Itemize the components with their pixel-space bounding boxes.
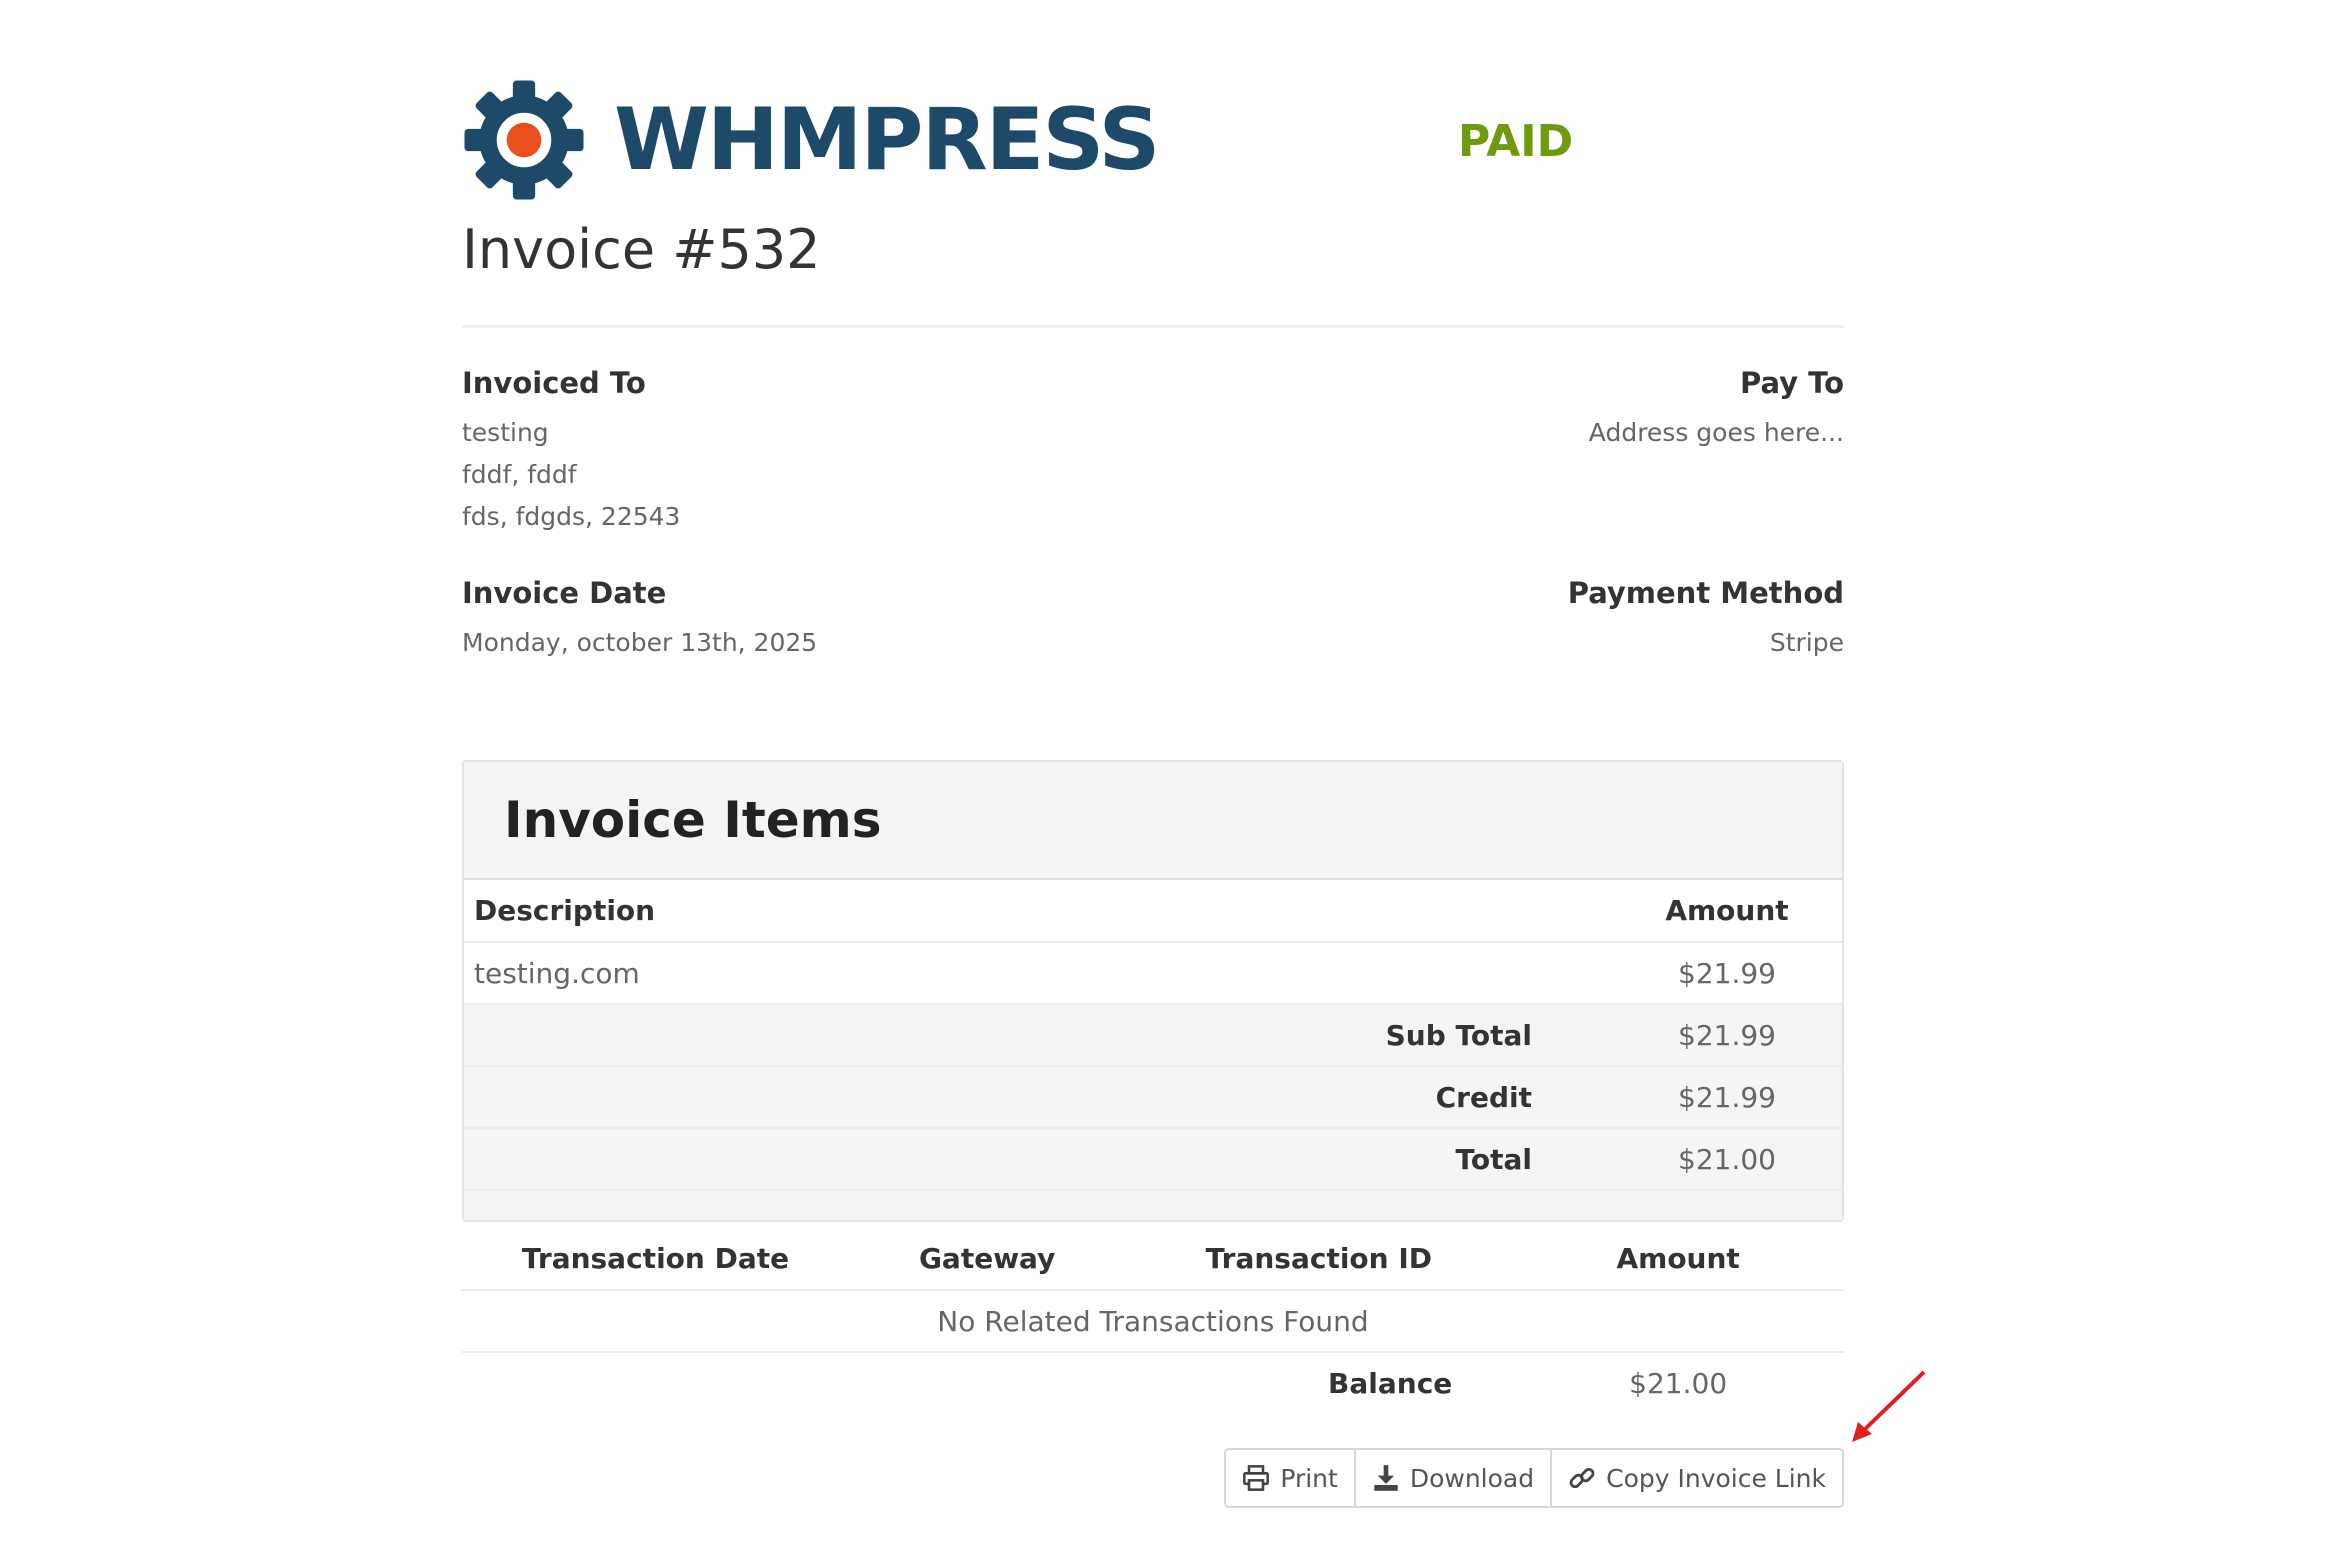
print-label: Print bbox=[1280, 1463, 1338, 1493]
transactions-header-row: Transaction Date Gateway Transaction ID … bbox=[462, 1228, 1844, 1291]
transactions-table: Transaction Date Gateway Transaction ID … bbox=[462, 1228, 1844, 1414]
credit-label: Credit bbox=[464, 1065, 1612, 1128]
column-header-amount: Amount bbox=[1665, 894, 1789, 927]
invoiced-to-block: Invoiced To testing fddf, fddf fds, fdgd… bbox=[462, 366, 680, 538]
column-header-transaction-date: Transaction Date bbox=[462, 1228, 849, 1291]
print-icon bbox=[1243, 1465, 1270, 1491]
pay-to-line: Address goes here... bbox=[1588, 418, 1844, 447]
pay-to-block: Pay To Address goes here... bbox=[1589, 366, 1844, 538]
copy-invoice-link-label: Copy Invoice Link bbox=[1606, 1463, 1826, 1493]
brand-name: WHMPRESS bbox=[614, 90, 1160, 190]
address-row: Invoiced To testing fddf, fddf fds, fdgd… bbox=[462, 366, 1844, 538]
credit-amount: $21.99 bbox=[1612, 1065, 1842, 1128]
total-label: Total bbox=[464, 1127, 1612, 1190]
balance-amount: $21.00 bbox=[1629, 1367, 1728, 1400]
column-header-gateway: Gateway bbox=[848, 1228, 1126, 1291]
item-description: testing.com bbox=[464, 941, 1612, 1004]
copy-invoice-link-button[interactable]: Copy Invoice Link bbox=[1552, 1450, 1842, 1506]
download-icon bbox=[1374, 1465, 1398, 1491]
invoice-items-heading: Invoice Items bbox=[464, 762, 1842, 880]
column-header-transaction-id: Transaction ID bbox=[1125, 1228, 1513, 1291]
status-badge: PAID bbox=[1458, 116, 1574, 167]
invoice-header: WHMPRESS PAID bbox=[462, 78, 1844, 208]
annotation-arrow-icon bbox=[1852, 1370, 1926, 1442]
total-amount: $21.00 bbox=[1612, 1127, 1842, 1190]
invoice-date-value: Monday, october 13th, 2025 bbox=[462, 628, 818, 657]
payment-method-block: Payment Method Stripe bbox=[1568, 576, 1844, 664]
pay-to-label: Pay To bbox=[1739, 366, 1844, 400]
download-button[interactable]: Download bbox=[1355, 1450, 1553, 1506]
invoice-date-label: Invoice Date bbox=[462, 576, 667, 610]
payment-method-label: Payment Method bbox=[1567, 576, 1844, 610]
item-amount: $21.99 bbox=[1612, 941, 1842, 1004]
column-header-description: Description bbox=[474, 894, 656, 927]
print-button[interactable]: Print bbox=[1226, 1450, 1356, 1506]
download-label: Download bbox=[1409, 1463, 1535, 1493]
invoiced-to-line: fddf, fddf bbox=[462, 460, 577, 489]
invoiced-to-label: Invoiced To bbox=[462, 366, 646, 400]
balance-label: Balance bbox=[1328, 1367, 1453, 1400]
date-method-row: Invoice Date Monday, october 13th, 2025 … bbox=[462, 576, 1844, 664]
invoice-date-block: Invoice Date Monday, october 13th, 2025 bbox=[462, 576, 817, 664]
invoice-items-table: Description Amount testing.com $21.99 Su… bbox=[464, 880, 1842, 1220]
table-spacer-row bbox=[464, 1189, 1842, 1220]
invoice-actions: Print Download Copy Invoice Link bbox=[1224, 1448, 1844, 1508]
balance-row: Balance $21.00 bbox=[462, 1352, 1844, 1414]
table-row: No Related Transactions Found bbox=[462, 1290, 1844, 1353]
no-transactions-message: No Related Transactions Found bbox=[462, 1290, 1844, 1353]
subtotal-amount: $21.99 bbox=[1612, 1003, 1842, 1066]
invoice-items-panel: Invoice Items Description Amount testing… bbox=[462, 760, 1844, 1222]
page-title: Invoice #532 bbox=[462, 218, 821, 281]
table-header-row: Description Amount bbox=[464, 880, 1842, 942]
invoice-container: WHMPRESS PAID Invoice #532 Invoiced To t… bbox=[462, 78, 1844, 1508]
payment-method-value: Stripe bbox=[1769, 628, 1844, 657]
column-header-transaction-amount: Amount bbox=[1512, 1228, 1844, 1291]
table-row: testing.com $21.99 bbox=[464, 941, 1842, 1004]
credit-row: Credit $21.99 bbox=[464, 1065, 1842, 1128]
subtotal-row: Sub Total $21.99 bbox=[464, 1003, 1842, 1066]
divider bbox=[462, 325, 1844, 328]
subtotal-label: Sub Total bbox=[464, 1003, 1612, 1066]
spacer-cell bbox=[464, 1189, 1842, 1220]
invoice-items-title: Invoice Items bbox=[504, 791, 882, 849]
invoiced-to-line: fds, fdgds, 22543 bbox=[462, 502, 681, 531]
gear-icon bbox=[464, 80, 584, 200]
brand-logo: WHMPRESS bbox=[462, 78, 1160, 202]
invoiced-to-line: testing bbox=[462, 418, 549, 447]
total-row: Total $21.00 bbox=[464, 1127, 1842, 1190]
link-icon bbox=[1569, 1467, 1595, 1489]
